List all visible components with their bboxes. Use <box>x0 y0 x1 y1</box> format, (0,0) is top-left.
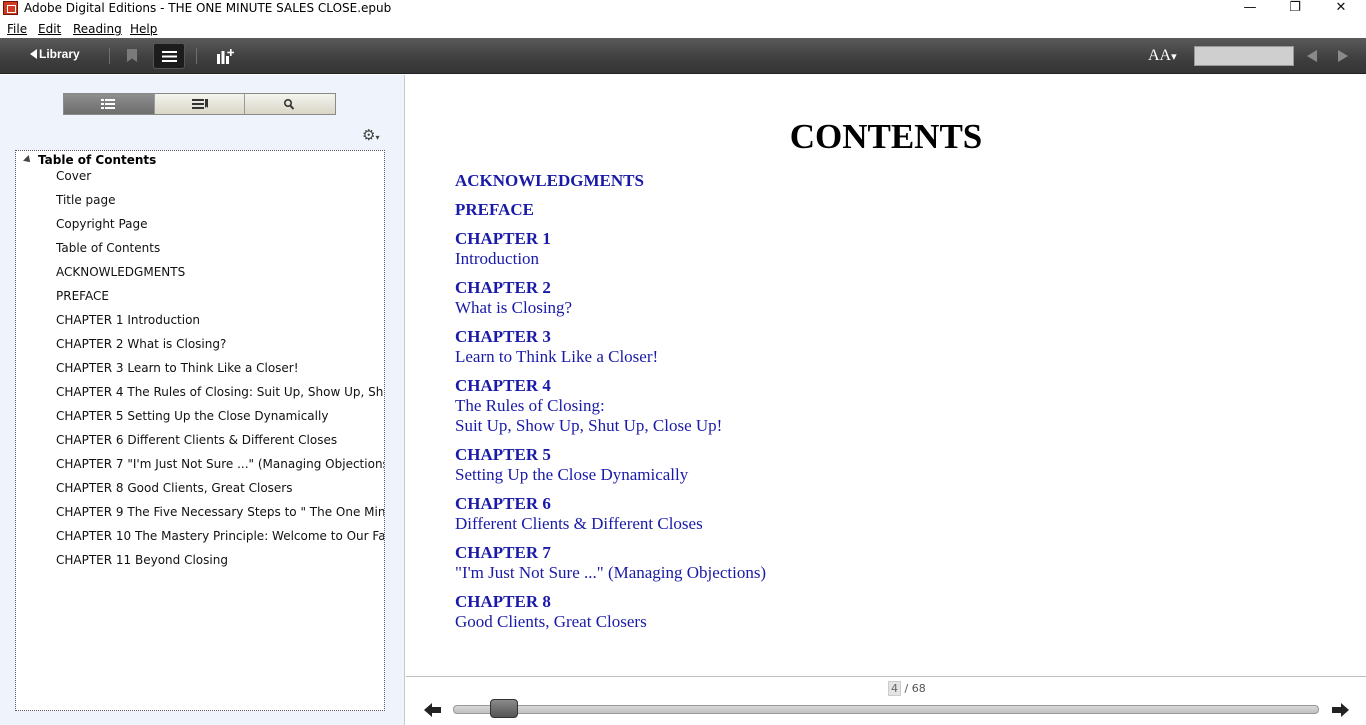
link-preface[interactable]: PREFACE <box>455 200 534 220</box>
close-button[interactable]: ✕ <box>1318 0 1364 18</box>
next-page-icon[interactable] <box>1338 50 1348 62</box>
toc-entry-acknowledgments[interactable]: ACKNOWLEDGMENTS <box>56 265 185 279</box>
toc-entry-chapter-4[interactable]: CHAPTER 4 The Rules of Closing: Suit Up,… <box>56 385 384 399</box>
toc-root-node[interactable]: Table of Contents <box>23 153 157 167</box>
minimize-button[interactable]: — <box>1227 0 1273 18</box>
link-chapter-8[interactable]: CHAPTER 8 <box>455 592 551 612</box>
reading-pane: CONTENTS ACKNOWLEDGMENTS PREFACE CHAPTER… <box>406 75 1366 676</box>
toc-tab-icon <box>100 99 115 109</box>
library-button[interactable]: Library <box>30 47 80 61</box>
toc-entry-chapter-5[interactable]: CHAPTER 5 Setting Up the Close Dynamical… <box>56 409 328 423</box>
toc-entry-chapter-6[interactable]: CHAPTER 6 Different Clients & Different … <box>56 433 337 447</box>
toolbar-divider <box>109 48 110 64</box>
link-chapter-1-title[interactable]: Introduction <box>455 249 539 269</box>
total-pages: / 68 <box>904 682 926 695</box>
prev-page-icon[interactable] <box>1307 50 1317 62</box>
toc-entry-chapter-10[interactable]: CHAPTER 10 The Mastery Principle: Welcom… <box>56 529 384 543</box>
settings-gear-icon[interactable]: ⚙▾ <box>362 126 379 144</box>
toc-entry-copyright[interactable]: Copyright Page <box>56 217 148 231</box>
link-chapter-2[interactable]: CHAPTER 2 <box>455 278 551 298</box>
bookmark-icon[interactable] <box>127 49 137 62</box>
toc-entry-chapter-11[interactable]: CHAPTER 11 Beyond Closing <box>56 553 228 567</box>
toc-entry-chapter-8[interactable]: CHAPTER 8 Good Clients, Great Closers <box>56 481 293 495</box>
menu-edit[interactable]: Edit <box>38 22 61 36</box>
search-icon <box>284 98 295 110</box>
menu-reading[interactable]: Reading <box>73 22 122 36</box>
toc-entry-cover[interactable]: Cover <box>56 169 91 183</box>
link-chapter-6-title[interactable]: Different Clients & Different Closes <box>455 514 703 534</box>
title-bar: Adobe Digital Editions - THE ONE MINUTE … <box>0 0 1366 18</box>
reader-toolbar: Library AA▾ <box>0 38 1366 74</box>
link-chapter-7[interactable]: CHAPTER 7 <box>455 543 551 563</box>
stats-add-icon[interactable] <box>216 48 234 64</box>
link-acknowledgments[interactable]: ACKNOWLEDGMENTS <box>455 171 644 191</box>
link-chapter-5[interactable]: CHAPTER 5 <box>455 445 551 465</box>
toc-entry-chapter-7[interactable]: CHAPTER 7 "I'm Just Not Sure ..." (Manag… <box>56 457 384 471</box>
link-chapter-3[interactable]: CHAPTER 3 <box>455 327 551 347</box>
toc-tree: Table of Contents Cover Title page Copyr… <box>15 150 385 711</box>
tab-bookmarks[interactable] <box>154 94 246 114</box>
link-chapter-4-subtitle[interactable]: Suit Up, Show Up, Shut Up, Close Up! <box>455 416 722 436</box>
link-chapter-6[interactable]: CHAPTER 6 <box>455 494 551 514</box>
menu-file[interactable]: File <box>7 22 27 36</box>
toc-entry-chapter-2[interactable]: CHAPTER 2 What is Closing? <box>56 337 226 351</box>
toc-entry-chapter-3[interactable]: CHAPTER 3 Learn to Think Like a Closer! <box>56 361 299 375</box>
toc-entry-chapter-9[interactable]: CHAPTER 9 The Five Necessary Steps to " … <box>56 505 384 519</box>
app-logo-icon <box>3 1 18 15</box>
maximize-button[interactable]: ❐ <box>1272 0 1318 18</box>
link-chapter-2-title[interactable]: What is Closing? <box>455 298 572 318</box>
link-chapter-4-title[interactable]: The Rules of Closing: <box>455 396 605 416</box>
dropdown-caret-icon: ▾ <box>1171 51 1177 63</box>
page-counter: 4 / 68 <box>888 681 926 696</box>
font-size-label: AA <box>1148 47 1172 64</box>
previous-page-arrow-icon[interactable] <box>424 703 441 717</box>
toolbar-divider <box>196 48 197 64</box>
link-chapter-8-title[interactable]: Good Clients, Great Closers <box>455 612 647 632</box>
library-label: Library <box>39 47 80 61</box>
panel-tabs <box>63 93 336 115</box>
link-chapter-4[interactable]: CHAPTER 4 <box>455 376 551 396</box>
menu-bar: File Edit Reading Help <box>0 20 1366 38</box>
back-triangle-icon <box>30 49 37 59</box>
tab-search[interactable] <box>245 94 336 114</box>
expand-arrow-icon[interactable] <box>23 155 33 165</box>
page-slider-thumb[interactable] <box>489 699 518 718</box>
menu-help[interactable]: Help <box>130 22 157 36</box>
current-page-number[interactable]: 4 <box>888 681 901 696</box>
link-chapter-3-title[interactable]: Learn to Think Like a Closer! <box>455 347 658 367</box>
page-title: CONTENTS <box>789 117 983 156</box>
page-slider-track[interactable] <box>453 705 1319 714</box>
link-chapter-5-title[interactable]: Setting Up the Close Dynamically <box>455 465 688 485</box>
toc-list-icon <box>162 51 177 62</box>
link-chapter-7-title[interactable]: "I'm Just Not Sure ..." (Managing Object… <box>455 563 766 583</box>
toc-entry-contents[interactable]: Table of Contents <box>56 241 160 255</box>
tab-toc[interactable] <box>64 94 155 114</box>
toc-entry-chapter-1[interactable]: CHAPTER 1 Introduction <box>56 313 200 327</box>
toc-root-label: Table of Contents <box>38 153 157 167</box>
sidebar: ⚙▾ Table of Contents Cover Title page Co… <box>0 75 405 725</box>
toc-view-button[interactable] <box>153 43 185 69</box>
page-navigation-bar: 4 / 68 <box>406 676 1366 725</box>
next-page-arrow-icon[interactable] <box>1332 703 1349 717</box>
toc-entry-title-page[interactable]: Title page <box>56 193 116 207</box>
toc-entry-preface[interactable]: PREFACE <box>56 289 109 303</box>
page-number-input[interactable] <box>1194 46 1294 66</box>
window-title: Adobe Digital Editions - THE ONE MINUTE … <box>24 1 392 15</box>
link-chapter-1[interactable]: CHAPTER 1 <box>455 229 551 249</box>
font-size-button[interactable]: AA▾ <box>1148 47 1177 65</box>
bookmarks-tab-icon <box>191 99 208 109</box>
